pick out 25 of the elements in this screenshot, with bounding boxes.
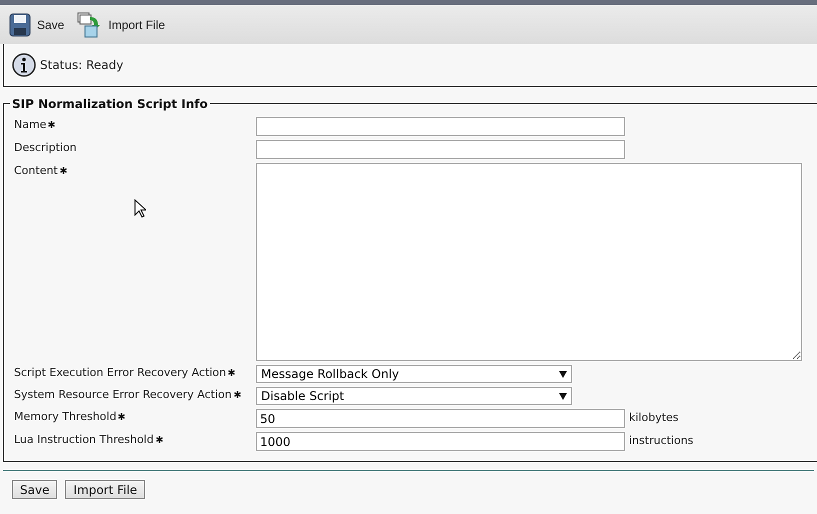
form-button[interactable]: Save [12,480,58,499]
text-field[interactable] [256,117,625,136]
unit-label: instructions [629,433,694,450]
text-field[interactable] [256,140,625,159]
dropdown-arrow-icon [559,370,567,378]
unit-label: kilobytes [629,410,679,426]
field-label: Script Execution Error Recovery Action [14,365,226,381]
field-label: Memory Threshold [14,409,116,425]
toolbar-button[interactable]: Save [9,12,64,36]
text-field[interactable]: 1000 [256,432,625,451]
dropdown-select[interactable]: Message Rollback Only [256,365,572,383]
field-label: Lua Instruction Threshold [14,432,154,448]
toolbar-button[interactable]: Import File [76,12,166,38]
mouse-cursor-icon [134,199,146,218]
import-document-icon [76,12,102,38]
field-label: Name [14,117,46,133]
dropdown-arrow-icon [559,392,567,400]
field-label: Description [14,140,77,156]
field-label: Content [14,163,58,179]
status-text: Status: Ready [40,57,124,74]
info-icon [12,53,36,77]
form-button[interactable]: Import File [65,480,146,499]
dropdown-select[interactable]: Disable Script [256,387,572,405]
field-label: System Resource Error Recovery Action [14,387,232,403]
text-field[interactable]: 50 [256,409,625,428]
